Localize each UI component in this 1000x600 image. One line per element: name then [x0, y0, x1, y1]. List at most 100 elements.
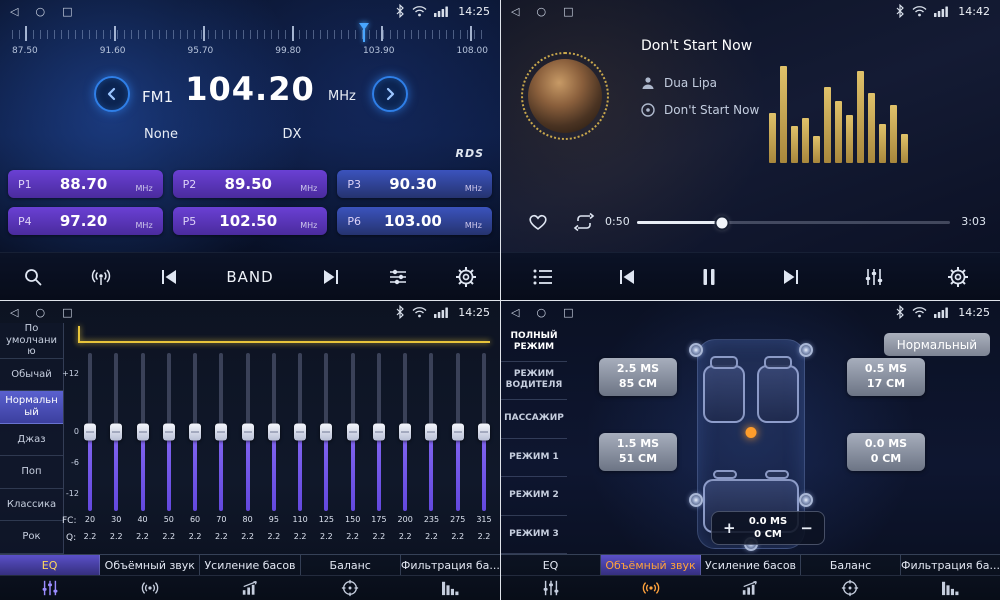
- mode-driver[interactable]: РЕЖИМ ВОДИТЕЛЯ: [501, 362, 567, 401]
- back-icon[interactable]: ◁: [10, 307, 18, 318]
- equalizer-icon[interactable]: [501, 579, 601, 597]
- scan-button[interactable]: [23, 267, 43, 287]
- recents-icon[interactable]: □: [62, 307, 72, 318]
- radio-source-button[interactable]: [90, 267, 112, 287]
- eq-band-slider[interactable]: [266, 353, 282, 511]
- back-icon[interactable]: ◁: [511, 307, 519, 318]
- eq-band-slider[interactable]: [187, 353, 203, 511]
- eq-slider-knob[interactable]: [163, 424, 175, 441]
- eq-band-slider[interactable]: [476, 353, 492, 511]
- favorite-button[interactable]: [527, 211, 549, 231]
- balance-icon[interactable]: [800, 579, 900, 597]
- eq-band-slider[interactable]: [345, 353, 361, 511]
- tune-up-button[interactable]: [372, 76, 408, 112]
- recents-icon[interactable]: □: [563, 307, 573, 318]
- recents-icon[interactable]: □: [563, 6, 573, 17]
- eq-preset-rock[interactable]: Рок: [0, 521, 63, 554]
- tab-surround-sound[interactable]: Объёмный звук: [601, 555, 701, 575]
- listening-position-dot[interactable]: [746, 427, 757, 438]
- home-icon[interactable]: ○: [35, 6, 45, 17]
- balance-icon[interactable]: [300, 579, 400, 597]
- mode-passenger[interactable]: ПАССАЖИР: [501, 400, 567, 439]
- eq-slider-knob[interactable]: [215, 424, 227, 441]
- filter-icon[interactable]: [400, 580, 500, 596]
- eq-band-slider[interactable]: [292, 353, 308, 511]
- eq-slider-knob[interactable]: [242, 424, 254, 441]
- eq-slider-knob[interactable]: [399, 424, 411, 441]
- front-right-speaker-icon[interactable]: [799, 343, 813, 357]
- preset-6-button[interactable]: P6 103.00 MHz: [337, 207, 492, 235]
- preset-1-button[interactable]: P1 88.70 MHz: [8, 170, 163, 198]
- preset-5-button[interactable]: P5 102.50 MHz: [173, 207, 328, 235]
- equalizer-button[interactable]: [864, 267, 884, 287]
- preset-4-button[interactable]: P4 97.20 MHz: [8, 207, 163, 235]
- home-icon[interactable]: ○: [536, 307, 546, 318]
- decrease-delay-button[interactable]: −: [800, 521, 813, 536]
- previous-track-button[interactable]: [617, 268, 637, 286]
- rear-right-speaker-icon[interactable]: [799, 493, 813, 507]
- eq-preset-classic[interactable]: Классика: [0, 489, 63, 522]
- eq-slider-knob[interactable]: [320, 424, 332, 441]
- bass-boost-icon[interactable]: [200, 579, 300, 596]
- repeat-button[interactable]: [572, 212, 596, 232]
- front-left-speaker-icon[interactable]: [689, 343, 703, 357]
- eq-slider-knob[interactable]: [373, 424, 385, 441]
- eq-slider-knob[interactable]: [268, 424, 280, 441]
- eq-band-slider[interactable]: [135, 353, 151, 511]
- pause-button[interactable]: [700, 267, 718, 287]
- eq-slider-knob[interactable]: [189, 424, 201, 441]
- eq-slider-knob[interactable]: [425, 424, 437, 441]
- home-icon[interactable]: ○: [536, 6, 546, 17]
- mode-full[interactable]: ПОЛНЫЙ РЕЖИМ: [501, 323, 567, 362]
- settings-button[interactable]: [947, 266, 969, 288]
- mode-1[interactable]: РЕЖИМ 1: [501, 439, 567, 478]
- progress-bar[interactable]: [637, 221, 950, 224]
- surround-icon[interactable]: [100, 579, 200, 597]
- eq-band-slider[interactable]: [371, 353, 387, 511]
- tab-eq[interactable]: EQ: [0, 555, 100, 575]
- filter-icon[interactable]: [900, 580, 1000, 596]
- surround-icon[interactable]: [601, 579, 701, 597]
- tab-balance[interactable]: Баланс: [301, 555, 401, 575]
- eq-slider-knob[interactable]: [110, 424, 122, 441]
- eq-band-slider[interactable]: [397, 353, 413, 511]
- preset-3-button[interactable]: P3 90.30 MHz: [337, 170, 492, 198]
- eq-slider-knob[interactable]: [137, 424, 149, 441]
- eq-band-slider[interactable]: [240, 353, 256, 511]
- eq-band-slider[interactable]: [108, 353, 124, 511]
- eq-preset-jazz[interactable]: Джаз: [0, 424, 63, 457]
- bass-boost-icon[interactable]: [701, 579, 801, 596]
- settings-button[interactable]: [455, 266, 477, 288]
- eq-band-slider[interactable]: [423, 353, 439, 511]
- eq-slider-knob[interactable]: [294, 424, 306, 441]
- eq-slider-knob[interactable]: [84, 424, 96, 441]
- eq-preset-default[interactable]: По умолчанию: [0, 323, 63, 359]
- back-icon[interactable]: ◁: [511, 6, 519, 17]
- tab-bass-boost[interactable]: Усиление басов: [200, 555, 300, 575]
- tab-bass-boost[interactable]: Усиление басов: [701, 555, 801, 575]
- eq-band-slider[interactable]: [82, 353, 98, 511]
- tab-eq[interactable]: EQ: [501, 555, 601, 575]
- tab-surround-sound[interactable]: Объёмный звук: [100, 555, 200, 575]
- eq-band-slider[interactable]: [318, 353, 334, 511]
- audio-settings-button[interactable]: [388, 268, 408, 286]
- eq-slider-knob[interactable]: [347, 424, 359, 441]
- tab-filter[interactable]: Фильтрация ба...: [401, 555, 500, 575]
- increase-delay-button[interactable]: +: [723, 521, 736, 536]
- sound-profile-button[interactable]: Нормальный: [884, 333, 990, 356]
- band-button[interactable]: BAND: [226, 268, 273, 286]
- eq-preset-custom[interactable]: Обычай: [0, 359, 63, 392]
- eq-slider-knob[interactable]: [452, 424, 464, 441]
- mode-2[interactable]: РЕЖИМ 2: [501, 477, 567, 516]
- tune-down-button[interactable]: [94, 76, 130, 112]
- mode-3[interactable]: РЕЖИМ 3: [501, 516, 567, 555]
- eq-band-slider[interactable]: [213, 353, 229, 511]
- home-icon[interactable]: ○: [35, 307, 45, 318]
- equalizer-icon[interactable]: [0, 579, 100, 597]
- next-station-button[interactable]: [321, 268, 341, 286]
- progress-knob[interactable]: [716, 217, 727, 228]
- preset-2-button[interactable]: P2 89.50 MHz: [173, 170, 328, 198]
- rear-left-speaker-icon[interactable]: [689, 493, 703, 507]
- eq-slider-knob[interactable]: [478, 424, 490, 441]
- playlist-button[interactable]: [532, 268, 554, 286]
